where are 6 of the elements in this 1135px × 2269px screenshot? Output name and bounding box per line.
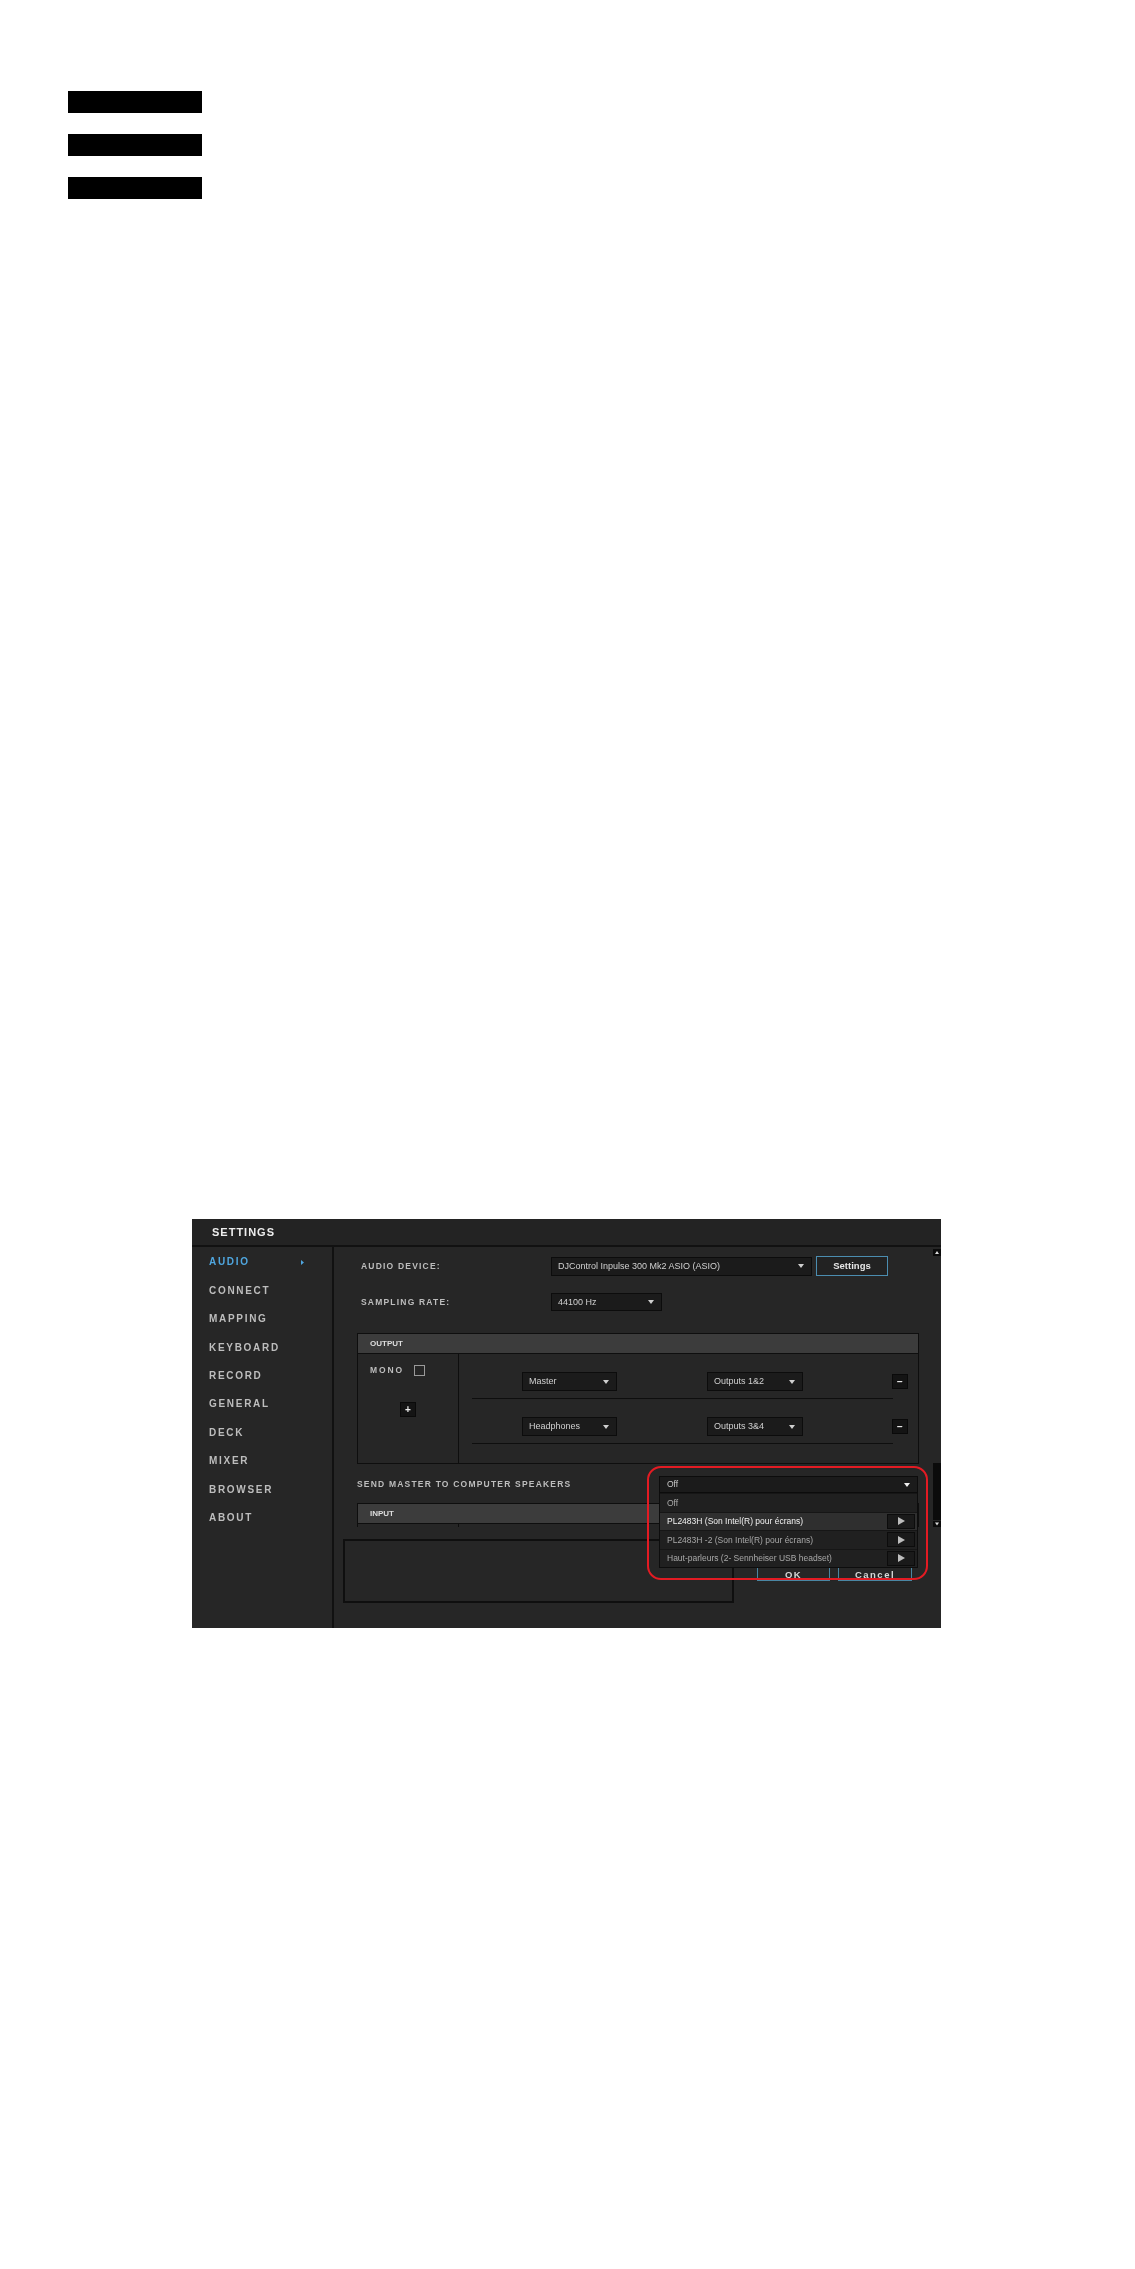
window-title: SETTINGS bbox=[212, 1226, 275, 1238]
panel-header: OUTPUT bbox=[358, 1334, 918, 1354]
mono-label: MONO bbox=[370, 1365, 405, 1375]
field-label: SAMPLING RATE: bbox=[361, 1297, 451, 1307]
field-label: AUDIO DEVICE: bbox=[361, 1261, 441, 1271]
field-label: SEND MASTER TO COMPUTER SPEAKERS bbox=[357, 1480, 572, 1489]
